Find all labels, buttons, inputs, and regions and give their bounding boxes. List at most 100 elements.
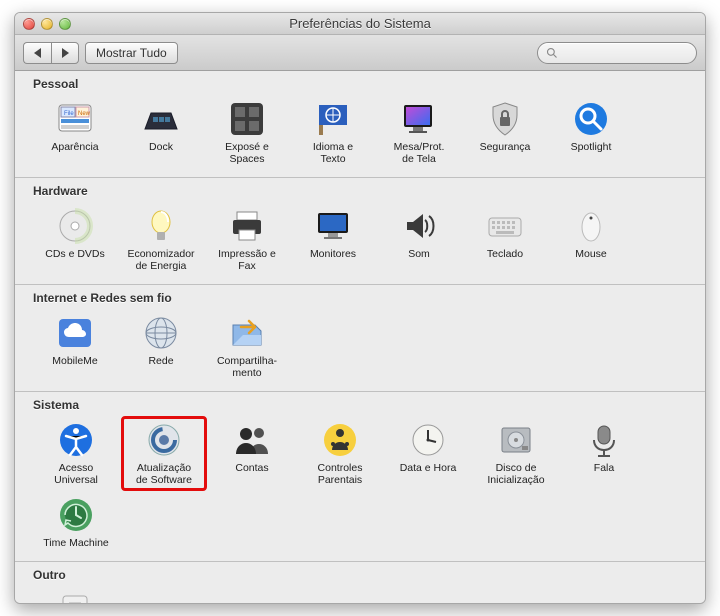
pref-impressao[interactable]: Impressão e Fax	[205, 202, 289, 276]
speech-icon	[584, 420, 624, 460]
pref-label: MobileMe	[52, 355, 98, 367]
section-outro: Outro VoodooHDA explorando.com.br	[15, 562, 705, 603]
nav-segment	[23, 42, 79, 64]
keyboard-icon	[485, 206, 525, 246]
pref-label: Aparência	[51, 141, 98, 153]
section-title: Pessoal	[33, 77, 687, 91]
pref-label: Rede	[148, 355, 173, 367]
pref-label: Controles Parentais	[318, 462, 363, 486]
pref-label: Data e Hora	[400, 462, 457, 474]
pref-seguranca[interactable]: Segurança	[463, 95, 547, 169]
section-title: Outro	[33, 568, 687, 582]
section-hardware: Hardware CDs e DVDs Economizador de Ener…	[15, 178, 705, 285]
pref-label: Monitores	[310, 248, 356, 260]
pref-spotlight[interactable]: Spotlight	[549, 95, 633, 169]
pref-monitores[interactable]: Monitores	[291, 202, 375, 276]
show-all-button[interactable]: Mostrar Tudo	[85, 42, 178, 64]
pref-time-machine[interactable]: Time Machine	[33, 491, 119, 553]
pref-mouse[interactable]: Mouse	[549, 202, 633, 276]
pref-label: Idioma e Texto	[313, 141, 353, 165]
chevron-left-icon	[34, 48, 41, 58]
time-machine-icon	[56, 495, 96, 535]
pref-acesso-universal[interactable]: Acesso Universal	[33, 416, 119, 490]
content: Pessoal File New Aparência Dock Exposé e …	[15, 71, 705, 603]
appearance-icon: File New	[55, 99, 95, 139]
pref-label: Impressão e Fax	[218, 248, 276, 272]
pref-dock[interactable]: Dock	[119, 95, 203, 169]
forward-button[interactable]	[51, 42, 79, 64]
toolbar: Mostrar Tudo	[15, 35, 705, 71]
pref-teclado[interactable]: Teclado	[463, 202, 547, 276]
mouse-icon	[571, 206, 611, 246]
section-internet: Internet e Redes sem fio MobileMe Rede C…	[15, 285, 705, 392]
svg-text:New: New	[78, 111, 91, 117]
desktop-icon	[399, 99, 439, 139]
pref-energia[interactable]: Economizador de Energia	[119, 202, 203, 276]
pref-fala[interactable]: Fala	[561, 416, 647, 490]
section-pessoal: Pessoal File New Aparência Dock Exposé e …	[15, 71, 705, 178]
pref-controles-parentais[interactable]: Controles Parentais	[297, 416, 383, 490]
pref-contas[interactable]: Contas	[209, 416, 295, 490]
printer-icon	[227, 206, 267, 246]
search-icon	[546, 47, 558, 59]
pref-rede[interactable]: Rede	[119, 309, 203, 383]
dock-icon	[141, 99, 181, 139]
pref-label: Spotlight	[571, 141, 612, 153]
pref-compartilhamento[interactable]: Compartilha- mento	[205, 309, 289, 383]
pref-disco-inicializacao[interactable]: Disco de Inicialização	[473, 416, 559, 490]
disc-icon	[55, 206, 95, 246]
pref-label: Som	[408, 248, 430, 260]
search-input[interactable]	[537, 42, 697, 64]
pref-cds-dvds[interactable]: CDs e DVDs	[33, 202, 117, 276]
pref-label: Fala	[594, 462, 614, 474]
pref-mobileme[interactable]: MobileMe	[33, 309, 117, 383]
pref-voodoohda[interactable]: VoodooHDA	[33, 586, 117, 603]
energy-icon	[141, 206, 181, 246]
pref-label: Compartilha- mento	[217, 355, 277, 379]
accessibility-icon	[56, 420, 96, 460]
expose-icon	[227, 99, 267, 139]
chevron-right-icon	[62, 48, 69, 58]
pref-atualizacao-software[interactable]: Atualização de Software	[121, 416, 207, 490]
pref-label: Acesso Universal	[54, 462, 98, 486]
sharing-icon	[227, 313, 267, 353]
software-update-icon	[144, 420, 184, 460]
window-title: Preferências do Sistema	[15, 16, 705, 31]
back-button[interactable]	[23, 42, 51, 64]
clock-icon	[408, 420, 448, 460]
pref-label: Disco de Inicialização	[487, 462, 544, 486]
section-sistema: Sistema Acesso Universal Atualização de …	[15, 392, 705, 561]
parental-icon	[320, 420, 360, 460]
section-title: Hardware	[33, 184, 687, 198]
pref-aparencia[interactable]: File New Aparência	[33, 95, 117, 169]
pref-label: Economizador de Energia	[127, 248, 194, 272]
pref-label: Mouse	[575, 248, 607, 260]
startup-disk-icon	[496, 420, 536, 460]
pref-label: Contas	[235, 462, 268, 474]
system-preferences-window: Preferências do Sistema Mostrar Tudo Pes…	[14, 12, 706, 604]
pref-idioma[interactable]: Idioma e Texto	[291, 95, 375, 169]
accounts-icon	[232, 420, 272, 460]
pref-label: Segurança	[480, 141, 531, 153]
pref-data-hora[interactable]: Data e Hora	[385, 416, 471, 490]
pref-som[interactable]: Som	[377, 202, 461, 276]
pref-label: Time Machine	[43, 537, 109, 549]
spotlight-icon	[571, 99, 611, 139]
pref-label: Dock	[149, 141, 173, 153]
network-icon	[141, 313, 181, 353]
pref-expose[interactable]: Exposé e Spaces	[205, 95, 289, 169]
plugin-icon	[55, 590, 95, 603]
pref-label: Atualização de Software	[136, 462, 192, 486]
titlebar: Preferências do Sistema	[15, 13, 705, 35]
security-icon	[485, 99, 525, 139]
pref-label: Teclado	[487, 248, 523, 260]
pref-label: Exposé e Spaces	[225, 141, 269, 165]
language-icon	[313, 99, 353, 139]
sound-icon	[399, 206, 439, 246]
section-title: Internet e Redes sem fio	[33, 291, 687, 305]
section-title: Sistema	[33, 398, 687, 412]
pref-mesa[interactable]: Mesa/Prot. de Tela	[377, 95, 461, 169]
svg-text:File: File	[64, 111, 74, 117]
display-icon	[313, 206, 353, 246]
cloud-icon	[55, 313, 95, 353]
